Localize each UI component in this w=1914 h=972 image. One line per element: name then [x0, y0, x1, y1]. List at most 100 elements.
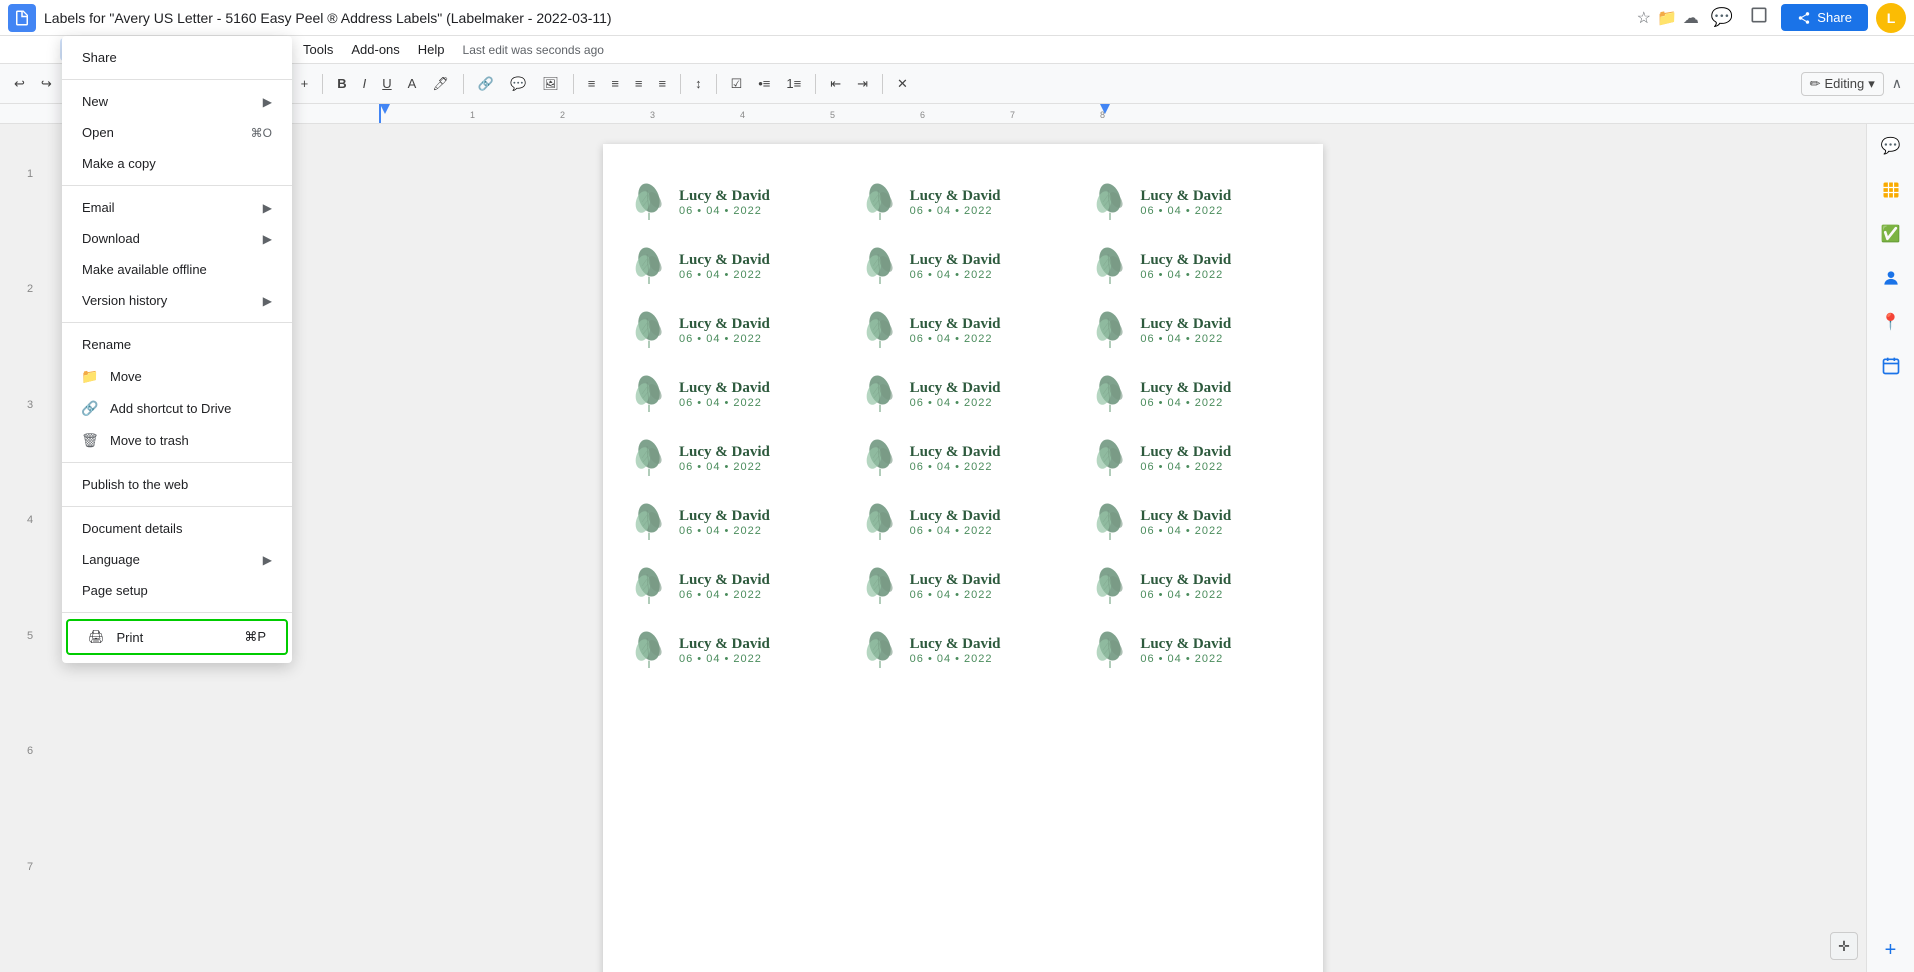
menu-new-item[interactable]: New ▶ [62, 86, 292, 117]
menu-trash-item[interactable]: 🗑 Move to trash [62, 424, 292, 456]
label-date: 06 • 04 • 2022 [1140, 333, 1231, 345]
menu-open-item[interactable]: Open ⌘O [62, 117, 292, 148]
folder-icon[interactable]: 📁 [1657, 8, 1677, 28]
menu-addons[interactable]: Add-ons [343, 38, 407, 61]
comment-toolbar-button[interactable]: 💬 [504, 72, 532, 96]
toolbar-expand[interactable]: ∧ [1888, 71, 1906, 96]
menu-rename-item[interactable]: Rename [62, 329, 292, 360]
menu-language-item[interactable]: Language ▶ [62, 544, 292, 575]
menu-email-item[interactable]: Email ▶ [62, 192, 292, 223]
label-date: 06 • 04 • 2022 [910, 333, 1001, 345]
right-icon-add[interactable]: + [1877, 936, 1905, 964]
label-date: 06 • 04 • 2022 [1140, 461, 1231, 473]
menu-download-item[interactable]: Download ▶ [62, 223, 292, 254]
label-date: 06 • 04 • 2022 [679, 653, 770, 665]
leaf-icon [858, 628, 902, 672]
menu-pagesetup-item[interactable]: Page setup [62, 575, 292, 606]
clear-format[interactable]: ✕ [891, 72, 914, 96]
right-icon-contacts[interactable] [1877, 264, 1905, 292]
indent-decrease[interactable]: ⇤ [824, 72, 847, 96]
right-icon-calendar[interactable] [1877, 352, 1905, 380]
label-date: 06 • 04 • 2022 [679, 397, 770, 409]
italic-button[interactable]: I [357, 72, 373, 95]
image-button[interactable]: 🖼 [536, 72, 565, 96]
label-item: Lucy & David 06 • 04 • 2022 [623, 622, 842, 678]
share-button[interactable]: Share [1781, 4, 1868, 31]
div6 [62, 612, 292, 613]
label-name: Lucy & David [910, 252, 1001, 269]
text-color-button[interactable]: A [402, 72, 423, 95]
bold-button[interactable]: B [331, 72, 352, 95]
link-button[interactable]: 🔗 [472, 72, 500, 96]
label-date: 06 • 04 • 2022 [910, 653, 1001, 665]
label-item: Lucy & David 06 • 04 • 2022 [1084, 494, 1303, 550]
right-icon-chat[interactable]: 💬 [1877, 132, 1905, 160]
menu-publish-item[interactable]: Publish to the web [62, 469, 292, 500]
menu-details-item[interactable]: Document details [62, 513, 292, 544]
menu-shortcut-item[interactable]: 🔗 Add shortcut to Drive [62, 392, 292, 424]
menu-version-item[interactable]: Version history ▶ [62, 285, 292, 316]
label-name: Lucy & David [1140, 572, 1231, 589]
label-item: Lucy & David 06 • 04 • 2022 [854, 622, 1073, 678]
align-right[interactable]: ≡ [629, 72, 649, 95]
label-date: 06 • 04 • 2022 [910, 397, 1001, 409]
leaf-icon [858, 372, 902, 416]
highlight-button[interactable]: 🖊 [426, 72, 455, 96]
menu-move-item[interactable]: 📁 Move [62, 360, 292, 392]
underline-button[interactable]: U [376, 72, 397, 95]
language-label: Language [82, 552, 140, 567]
comment-button[interactable]: 💬 [1707, 3, 1737, 32]
undo-button[interactable]: ↩ [8, 72, 31, 96]
move-icon: 📁 [82, 368, 98, 384]
shortcut-label: Add shortcut to Drive [110, 401, 231, 416]
top-right-actions: 💬 Share L [1707, 1, 1906, 34]
menu-share-item[interactable]: Share [62, 42, 292, 73]
align-left[interactable]: ≡ [582, 72, 602, 95]
right-icon-tasks[interactable]: ✅ [1877, 220, 1905, 248]
redo-button[interactable]: ↪ [35, 72, 58, 96]
menu-offline-item[interactable]: Make available offline [62, 254, 292, 285]
new-arrow: ▶ [263, 95, 272, 109]
label-name: Lucy & David [910, 380, 1001, 397]
align-center[interactable]: ≡ [605, 72, 625, 95]
label-text-group: Lucy & David 06 • 04 • 2022 [1140, 636, 1231, 665]
zoom-button[interactable]: ✛ [1830, 932, 1858, 960]
right-icon-sheets[interactable] [1877, 176, 1905, 204]
language-arrow: ▶ [263, 553, 272, 567]
div3 [62, 322, 292, 323]
numbered-button[interactable]: 1≡ [780, 72, 807, 95]
last-edit-text: Last edit was seconds ago [463, 43, 604, 57]
label-text-group: Lucy & David 06 • 04 • 2022 [1140, 188, 1231, 217]
leaf-icon [1088, 436, 1132, 480]
leaf-icon [1088, 564, 1132, 608]
label-item: Lucy & David 06 • 04 • 2022 [854, 366, 1073, 422]
menu-copy-item[interactable]: Make a copy [62, 148, 292, 179]
cloud-icon[interactable]: ☁ [1683, 8, 1699, 28]
right-icon-maps[interactable]: 📍 [1877, 308, 1905, 336]
menu-tools[interactable]: Tools [295, 38, 341, 61]
star-icon[interactable]: ☆ [1637, 8, 1651, 28]
editing-mode-badge[interactable]: ✏ Editing ▾ [1801, 72, 1884, 96]
menu-print-item[interactable]: 🖨 Print ⌘P [66, 619, 288, 655]
label-grid: Lucy & David 06 • 04 • 2022 Lucy & David… [623, 174, 1303, 678]
label-name: Lucy & David [910, 636, 1001, 653]
leaf-icon [627, 500, 671, 544]
svg-text:7: 7 [1010, 110, 1015, 120]
bullets-button[interactable]: •≡ [752, 72, 776, 95]
menu-help[interactable]: Help [410, 38, 453, 61]
label-name: Lucy & David [1140, 444, 1231, 461]
page-num-1: 1 [27, 164, 33, 279]
label-date: 06 • 04 • 2022 [910, 525, 1001, 537]
checklist-button[interactable]: ☑ [725, 72, 749, 96]
font-size-increase[interactable]: + [295, 72, 315, 95]
label-name: Lucy & David [679, 636, 770, 653]
align-justify[interactable]: ≡ [653, 72, 673, 95]
download-arrow: ▶ [263, 232, 272, 246]
user-avatar[interactable]: L [1876, 3, 1906, 33]
doc-page: Lucy & David 06 • 04 • 2022 Lucy & David… [603, 144, 1323, 972]
indent-increase[interactable]: ⇥ [851, 72, 874, 96]
sep8 [716, 74, 717, 94]
present-button[interactable] [1745, 1, 1773, 34]
line-spacing-button[interactable]: ↕ [689, 72, 708, 95]
svg-text:1: 1 [470, 110, 475, 120]
